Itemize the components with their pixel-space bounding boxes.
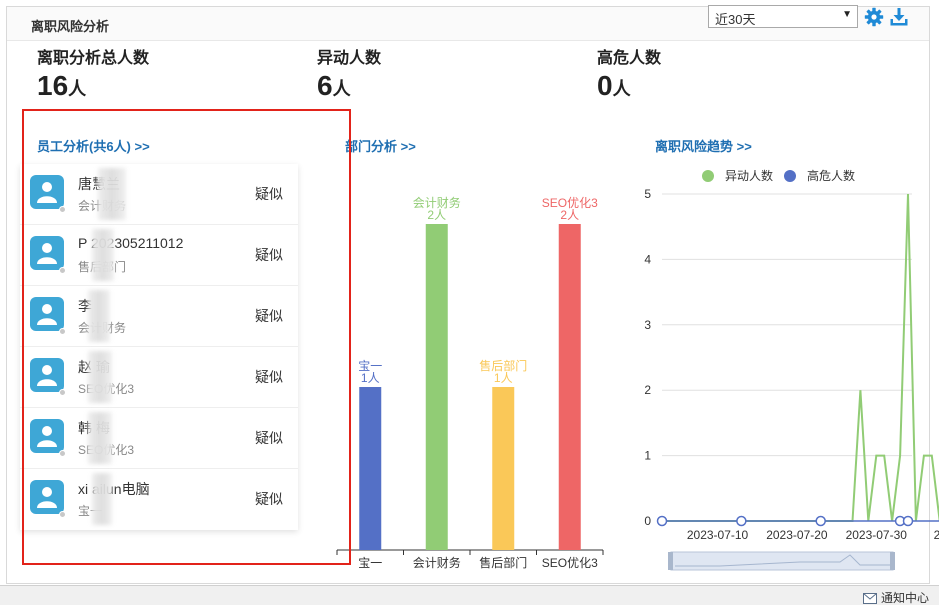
bar-data-label: 2人	[427, 208, 446, 222]
x-tick-label: 2023-07-10	[687, 528, 749, 542]
employee-list: 唐慧兰 会计财务 疑似 P 202305211012 售后部门 疑似 李 会计财…	[20, 164, 298, 530]
presence-dot	[59, 511, 66, 518]
x-tick-label: 2023-07-20	[766, 528, 828, 542]
employee-status: 疑似	[255, 247, 283, 263]
bar-data-label: 1人	[361, 371, 380, 385]
presence-dot	[59, 206, 66, 213]
series-point	[736, 515, 747, 527]
avatar	[30, 480, 66, 518]
y-tick-label: 3	[644, 318, 651, 332]
notification-center-label: 通知中心	[880, 591, 929, 605]
list-item[interactable]: 李 会计财务 疑似	[20, 286, 298, 347]
presence-dot	[59, 328, 66, 335]
x-tick-label: SEO优化3	[542, 556, 598, 570]
privacy-blur	[88, 412, 112, 464]
presence-dot	[59, 267, 66, 274]
status-bar: 通知中心	[0, 585, 939, 605]
list-item[interactable]: 赵 瑜 SEO优化3 疑似	[20, 347, 298, 408]
y-tick-label: 4	[644, 252, 651, 266]
privacy-blur	[88, 351, 112, 403]
user-icon	[37, 426, 57, 447]
bar	[558, 224, 581, 550]
avatar	[30, 236, 66, 274]
presence-dot	[59, 450, 66, 457]
x-tick-label: 售后部门	[479, 555, 527, 570]
list-item[interactable]: 韩 梅 SEO优化3 疑似	[20, 408, 298, 469]
user-icon	[37, 243, 57, 264]
avatar	[30, 175, 66, 213]
series-point	[815, 515, 826, 527]
series-line	[662, 193, 939, 522]
avatar	[30, 358, 66, 396]
x-tick-label: 2023-07-30	[846, 528, 908, 542]
x-tick-label: 会计财务	[413, 555, 461, 570]
zoom-slider-track	[670, 551, 894, 571]
zoom-slider-handle	[890, 552, 895, 570]
x-tick-label: 2023-08	[934, 528, 939, 542]
mail-icon	[862, 593, 877, 604]
y-tick-label: 2	[644, 383, 651, 397]
avatar	[30, 297, 66, 335]
user-icon	[37, 304, 57, 325]
avatar	[30, 419, 66, 457]
bar	[492, 387, 515, 550]
user-icon	[37, 182, 57, 203]
notification-center-button[interactable]: 通知中心	[862, 589, 929, 605]
bar	[359, 387, 382, 550]
list-item[interactable]: 唐慧兰 会计财务 疑似	[20, 164, 298, 225]
legend-marker	[784, 170, 796, 182]
zoom-slider-handle	[668, 552, 673, 570]
employee-status: 疑似	[255, 491, 283, 507]
employee-status: 疑似	[255, 308, 283, 324]
privacy-blur	[92, 229, 114, 281]
x-tick-label: 宝一	[358, 556, 382, 570]
bar-data-label: 2人	[560, 208, 579, 222]
employee-name: xi ailun电脑	[78, 481, 150, 497]
employee-status: 疑似	[255, 186, 283, 202]
y-tick-label: 1	[644, 449, 651, 463]
legend-label: 高危人数	[807, 168, 855, 183]
privacy-blur	[98, 168, 126, 220]
legend-marker	[702, 170, 714, 182]
list-item[interactable]: P 202305211012 售后部门 疑似	[20, 225, 298, 286]
employee-status: 疑似	[255, 369, 283, 385]
series-point	[656, 515, 668, 527]
user-icon	[37, 365, 57, 386]
employee-status: 疑似	[255, 430, 283, 446]
y-tick-label: 0	[644, 514, 651, 528]
bar	[425, 224, 448, 550]
privacy-blur	[92, 473, 112, 525]
series-point	[902, 515, 914, 527]
user-icon	[37, 487, 57, 508]
list-item[interactable]: xi ailun电脑 宝一 疑似	[20, 469, 298, 530]
privacy-blur	[88, 290, 110, 342]
bar-data-label: 1人	[494, 371, 513, 385]
y-tick-label: 5	[644, 187, 651, 201]
presence-dot	[59, 389, 66, 396]
legend-label: 异动人数	[725, 168, 773, 183]
